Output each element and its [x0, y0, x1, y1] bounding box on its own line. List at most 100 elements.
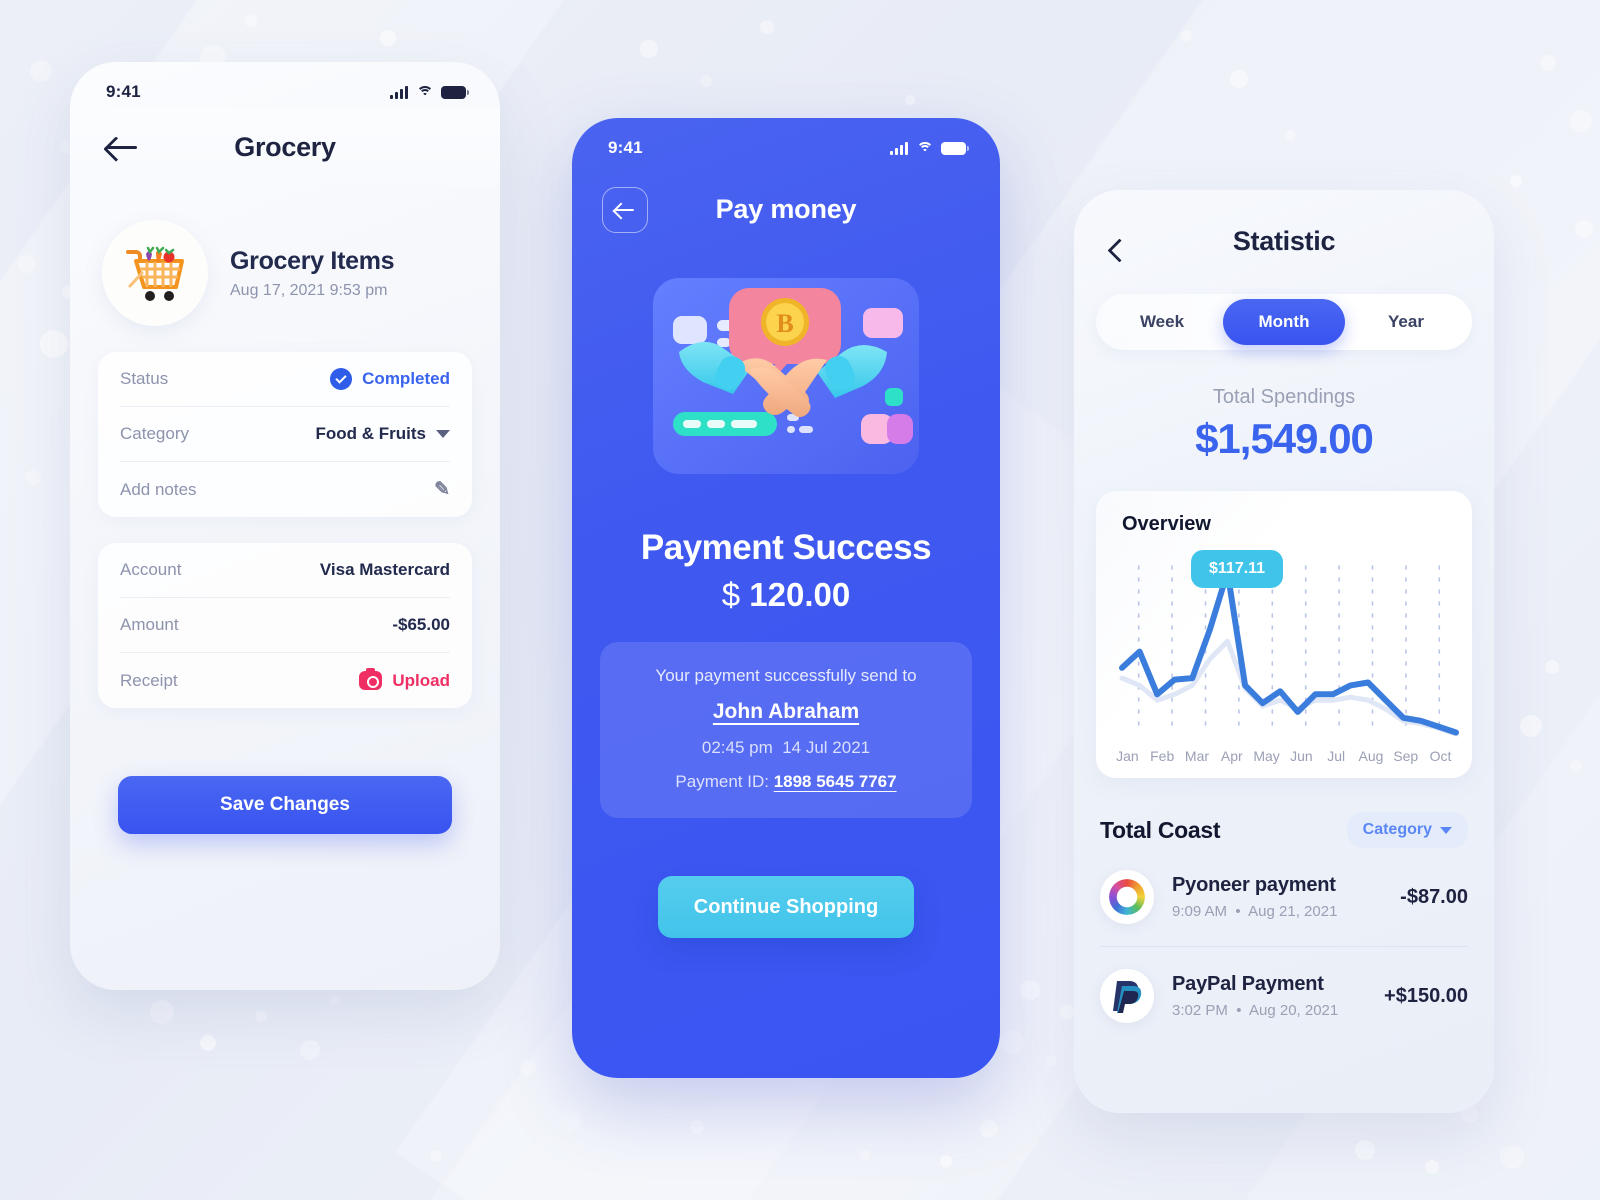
table-row[interactable]: Pyoneer payment 9:09 AM • Aug 21, 2021 -…: [1100, 848, 1468, 947]
status-time: 9:41: [106, 82, 141, 102]
bokeh-dot: [1500, 1145, 1524, 1169]
bokeh-dot: [18, 255, 36, 273]
payment-date: 14 Jul 2021: [782, 738, 870, 757]
save-changes-button[interactable]: Save Changes: [118, 776, 452, 834]
payment-amount: $ 120.00: [572, 576, 1000, 614]
bokeh-dot: [1570, 760, 1582, 772]
bokeh-dot: [905, 95, 915, 105]
tab-year[interactable]: Year: [1345, 299, 1467, 345]
grocery-item-summary: Grocery Items Aug 17, 2021 9:53 pm: [98, 220, 472, 326]
chart-x-tick: Jan: [1110, 748, 1145, 764]
bokeh-dot: [640, 40, 658, 58]
bokeh-dot: [1020, 980, 1040, 1000]
tab-week[interactable]: Week: [1101, 299, 1223, 345]
item-name: Grocery Items: [230, 247, 394, 276]
paypal-icon: [1100, 969, 1154, 1023]
row-label: Amount: [120, 615, 179, 635]
transaction-meta: 9:09 AM • Aug 21, 2021: [1172, 903, 1400, 920]
pay-money-header: Pay money: [572, 164, 1000, 238]
transaction-date: Aug 21, 2021: [1248, 903, 1337, 920]
bokeh-dot: [255, 1010, 267, 1022]
bokeh-dot: [380, 30, 396, 46]
transaction-name: PayPal Payment: [1172, 973, 1384, 996]
bokeh-dot: [980, 1120, 998, 1138]
row-value: Upload: [359, 671, 450, 691]
bokeh-dot: [1545, 660, 1559, 674]
row-label: Status: [120, 369, 168, 389]
bokeh-dot: [520, 1060, 536, 1076]
chart-x-tick: May: [1249, 748, 1284, 764]
meta-separator: •: [1235, 903, 1240, 920]
transaction-time: 3:02 PM: [1172, 1002, 1228, 1019]
row-status[interactable]: Status Completed: [120, 352, 450, 407]
grocery-header: Grocery: [70, 108, 500, 186]
signal-bars-icon: [390, 86, 408, 99]
row-value: -$65.00: [392, 615, 450, 635]
status-icons: [390, 86, 466, 99]
pencil-icon[interactable]: ✎: [434, 478, 450, 501]
chart-x-axis-labels: Jan Feb Mar Apr May Jun Jul Aug Sep Oct: [1096, 748, 1472, 764]
payment-details-panel: Your payment successfully send to John A…: [600, 642, 972, 818]
total-coast-header: Total Coast Category: [1100, 812, 1468, 848]
status-time: 9:41: [608, 138, 643, 158]
amount-value: 120.00: [749, 576, 850, 613]
bokeh-dot: [1575, 220, 1593, 238]
transaction-amount: +$150.00: [1384, 985, 1468, 1008]
chart-x-tick: Mar: [1180, 748, 1215, 764]
total-coast-title: Total Coast: [1100, 817, 1220, 844]
chevron-down-icon: [1440, 827, 1452, 834]
row-amount: Amount -$65.00: [120, 598, 450, 653]
bokeh-dot: [1425, 1160, 1439, 1174]
chart-x-tick: Jul: [1319, 748, 1354, 764]
chart-x-tick: Aug: [1354, 748, 1389, 764]
page-title: Pay money: [572, 194, 1000, 225]
category-filter-label: Category: [1363, 821, 1432, 839]
table-row[interactable]: PayPal Payment 3:02 PM • Aug 20, 2021 +$…: [1100, 947, 1468, 1045]
continue-shopping-button[interactable]: Continue Shopping: [658, 876, 914, 938]
page-title: Grocery: [70, 132, 500, 163]
payment-success-title: Payment Success: [572, 528, 1000, 568]
panel-lead-text: Your payment successfully send to: [616, 666, 956, 686]
shopping-cart-icon: [102, 220, 208, 326]
row-value: Visa Mastercard: [320, 560, 450, 580]
status-badge: Completed: [362, 369, 450, 389]
chevron-down-icon[interactable]: [436, 430, 450, 438]
bokeh-dot: [25, 470, 41, 486]
payment-success-block: Payment Success $ 120.00: [572, 528, 1000, 614]
bokeh-dot: [1230, 70, 1248, 88]
payment-id-value[interactable]: 1898 5645 7767: [774, 772, 897, 791]
row-category[interactable]: Category Food & Fruits: [120, 407, 450, 462]
camera-icon: [359, 671, 382, 690]
transaction-date: Aug 20, 2021: [1249, 1002, 1338, 1019]
recipient-name[interactable]: John Abraham: [616, 700, 956, 724]
bokeh-dot: [430, 1150, 442, 1162]
svg-text:B: B: [776, 309, 793, 338]
transaction-name: Pyoneer payment: [1172, 874, 1400, 897]
row-account: Account Visa Mastercard: [120, 543, 450, 598]
chart-svg: [1104, 546, 1464, 746]
upload-link[interactable]: Upload: [392, 671, 450, 691]
bokeh-dot: [300, 1040, 320, 1060]
bokeh-dot: [40, 330, 68, 358]
status-bar: 9:41: [572, 118, 1000, 164]
row-receipt[interactable]: Receipt Upload: [120, 653, 450, 708]
category-filter-button[interactable]: Category: [1347, 812, 1468, 848]
row-value: ✎: [434, 478, 450, 501]
row-label: Add notes: [120, 480, 197, 500]
battery-icon: [441, 86, 466, 99]
signal-bars-icon: [890, 142, 908, 155]
bokeh-dot: [940, 1155, 952, 1167]
total-spendings-amount: $1,549.00: [1074, 415, 1494, 463]
row-notes[interactable]: Add notes ✎: [120, 462, 450, 517]
wifi-icon: [916, 142, 933, 155]
bokeh-dot: [1520, 715, 1542, 737]
page-title: Statistic: [1074, 226, 1494, 257]
payment-id-row: Payment ID: 1898 5645 7767: [616, 772, 956, 792]
row-value: Food & Fruits: [316, 424, 450, 444]
payment-illustration: B: [572, 260, 1000, 490]
bokeh-dot: [1045, 1055, 1057, 1067]
tab-month[interactable]: Month: [1223, 299, 1345, 345]
overview-title: Overview: [1096, 513, 1472, 536]
row-value: Completed: [330, 368, 450, 390]
item-date: Aug 17, 2021 9:53 pm: [230, 282, 394, 300]
